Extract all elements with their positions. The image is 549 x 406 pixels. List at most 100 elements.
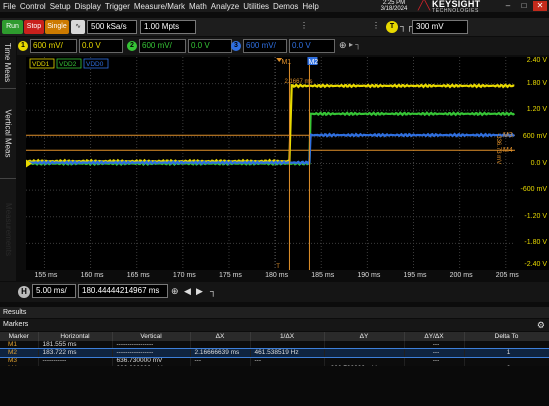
column-header[interactable]: Vertical [112, 332, 191, 341]
marker-m4-label: M4 [503, 147, 513, 154]
rising-edge-icon[interactable]: ┐┌ [400, 21, 413, 31]
table-row[interactable]: M2 183.722 ms ----------------- 2.16666639 … [0, 348, 549, 358]
toolbar-handle-icon: ⋮ [300, 21, 308, 30]
marker-m3-label: M3 [503, 132, 513, 139]
voltage-tick-label: 1.80 V [526, 79, 547, 87]
toolbar-handle-icon: ⋮ [372, 21, 380, 30]
trigger-badge[interactable]: T [386, 21, 398, 33]
menu-item[interactable]: Measure/Mark [134, 2, 185, 11]
voltage-tick-label: 600 mV [522, 132, 547, 140]
tab-vertical-label: Vertical Meas [3, 109, 13, 158]
channel-2-offset[interactable]: 0.0 V [188, 39, 232, 53]
column-header[interactable]: ΔY/ΔX [404, 332, 465, 341]
legend-label: VDD0 [86, 61, 104, 68]
minimize-icon[interactable]: – [501, 1, 515, 11]
time-axis: 155 ms 160 ms 165 ms 170 ms 175 ms 180 ms 185 … [26, 270, 549, 282]
restore-icon[interactable]: □ [517, 1, 531, 11]
table-cell-dy [324, 341, 405, 349]
waveform-svg: M1 M22.1667 msM3M4-336.73 mVTVDD1 VDD2 VDD0 [26, 57, 515, 270]
table-cell-inv-dx [250, 341, 325, 349]
channel-2-badge[interactable]: 2 [127, 41, 137, 51]
menu-items: File Control Setup Display Trigger Measure/Ma… [0, 2, 323, 11]
single-button[interactable]: Single [45, 20, 69, 34]
table-row[interactable]: M3 ----------- 636.730000 mV --- --- --- [0, 357, 549, 365]
horizontal-badge[interactable]: H [18, 286, 30, 298]
table-cell-horizontal: 183.722 ms [38, 349, 113, 357]
table-cell-delta-to [464, 357, 549, 365]
delta-v-readout: -336.73 mV [495, 133, 501, 164]
menu-item[interactable]: Control [20, 2, 46, 11]
column-header[interactable]: Marker [0, 332, 39, 341]
channel-3-scale[interactable]: 600 mV/ [243, 39, 287, 53]
legend-label: VDD2 [59, 61, 77, 68]
close-icon[interactable]: ✕ [533, 1, 547, 11]
table-row[interactable]: M1 181.555 ms ----------------- --- [0, 341, 549, 349]
horizontal-position-field[interactable]: 180.44444214967 ms [78, 284, 168, 298]
channel-1-badge[interactable]: 1 [18, 41, 28, 51]
waveform-display[interactable]: M1 M2 2.1667 ms M3 M4 -336.73 mV T VDD1 VDD2 VDD0 [26, 57, 515, 270]
window-controls: – □ ✕ [499, 1, 547, 11]
trigger-level-field[interactable]: 300 mV [412, 20, 468, 34]
sample-rate-field[interactable]: 500 kSa/s [87, 20, 137, 34]
column-header[interactable]: Delta To [464, 332, 549, 341]
markers-title: Markers [3, 321, 29, 328]
autoscale-button[interactable]: ∿ [71, 20, 85, 34]
waveform-vdd2 [26, 111, 515, 167]
time-tick-label: 165 ms [126, 272, 150, 279]
column-header[interactable]: ΔY [324, 332, 405, 341]
menu-item[interactable]: Setup [50, 2, 71, 11]
menu-item[interactable]: Demos [273, 2, 298, 11]
menu-item[interactable]: Analyze [211, 2, 239, 11]
channel-1-scale[interactable]: 600 mV/ [30, 39, 77, 53]
channel-3-offset[interactable]: 0.0 V [289, 39, 335, 53]
menu-item[interactable]: Utilities [243, 2, 269, 11]
pin-icon[interactable]: ┐ [210, 286, 216, 296]
time-tick-label: 195 ms [403, 272, 427, 279]
menu-item[interactable]: Help [302, 2, 318, 11]
table-cell-vertical: ----------------- [112, 349, 191, 357]
menu-item[interactable]: Display [75, 2, 101, 11]
table-cell-dy [324, 357, 405, 365]
add-channel-icon[interactable]: ⊕ [339, 40, 347, 51]
menu-item[interactable]: Trigger [105, 2, 130, 11]
tab-measurements[interactable]: Measurements [0, 179, 16, 279]
table-cell-horizontal: ----------- [38, 357, 113, 365]
play-back-icon[interactable]: ◀ [184, 286, 191, 297]
tab-measurements-label: Measurements [3, 202, 13, 256]
stop-button[interactable]: Stop [24, 20, 44, 34]
markers-panel-header: Markers ⚙ [0, 319, 549, 331]
memory-depth-field[interactable]: 1.00 Mpts [140, 20, 196, 34]
table-cell-vertical: 636.730000 mV [112, 357, 191, 365]
table-cell-dx: --- [190, 357, 251, 365]
channel-menu-icon[interactable]: ▸ ┐ [349, 40, 361, 49]
column-header[interactable]: 1/ΔX [250, 332, 325, 341]
voltage-tick-label: -600 mV [520, 186, 547, 194]
menu-item[interactable]: File [3, 2, 16, 11]
tab-time-label: Time Meas [3, 42, 13, 83]
table-cell-marker: M3 [0, 357, 39, 365]
gear-icon[interactable]: ⚙ [537, 319, 545, 331]
clock: 2:25 PM 3/18/2024 [374, 0, 414, 12]
column-header[interactable]: Horizontal [38, 332, 113, 341]
table-cell-inv-dx: --- [250, 357, 325, 365]
column-header[interactable]: ΔX [190, 332, 251, 341]
channel-1-offset[interactable]: 0.0 V [79, 39, 123, 53]
timebase-field[interactable]: 5.00 ms/ [32, 284, 76, 298]
table-cell-delta-to [464, 341, 549, 349]
voltage-tick-label: 2.40 V [526, 57, 547, 64]
tab-vertical-meas[interactable]: Vertical Meas [0, 89, 16, 179]
tab-time-meas[interactable]: Time Meas [0, 37, 16, 89]
menu-item[interactable]: Math [189, 2, 207, 11]
table-cell-vertical: ----------------- [112, 341, 191, 349]
voltage-axis: 2.40 V 1.80 V 1.20 V 600 mV 0.0 V -600 mV -1.2… [515, 57, 549, 270]
channel-3-badge[interactable]: 3 [231, 41, 241, 51]
time-tick-label: 170 ms [172, 272, 196, 279]
play-forward-icon[interactable]: ▶ [196, 286, 203, 297]
table-header-row: Marker Horizontal Vertical ΔX 1/ΔX ΔY ΔY/ΔX Del… [0, 332, 549, 341]
zoom-icon[interactable]: ⊕ [171, 286, 179, 297]
run-button[interactable]: Run [2, 20, 23, 34]
results-title: Results [0, 307, 549, 318]
channel-2-scale[interactable]: 600 mV/ [139, 39, 186, 53]
marker-m1-label: M1 [281, 59, 291, 66]
time-tick-label: 160 ms [80, 272, 104, 279]
